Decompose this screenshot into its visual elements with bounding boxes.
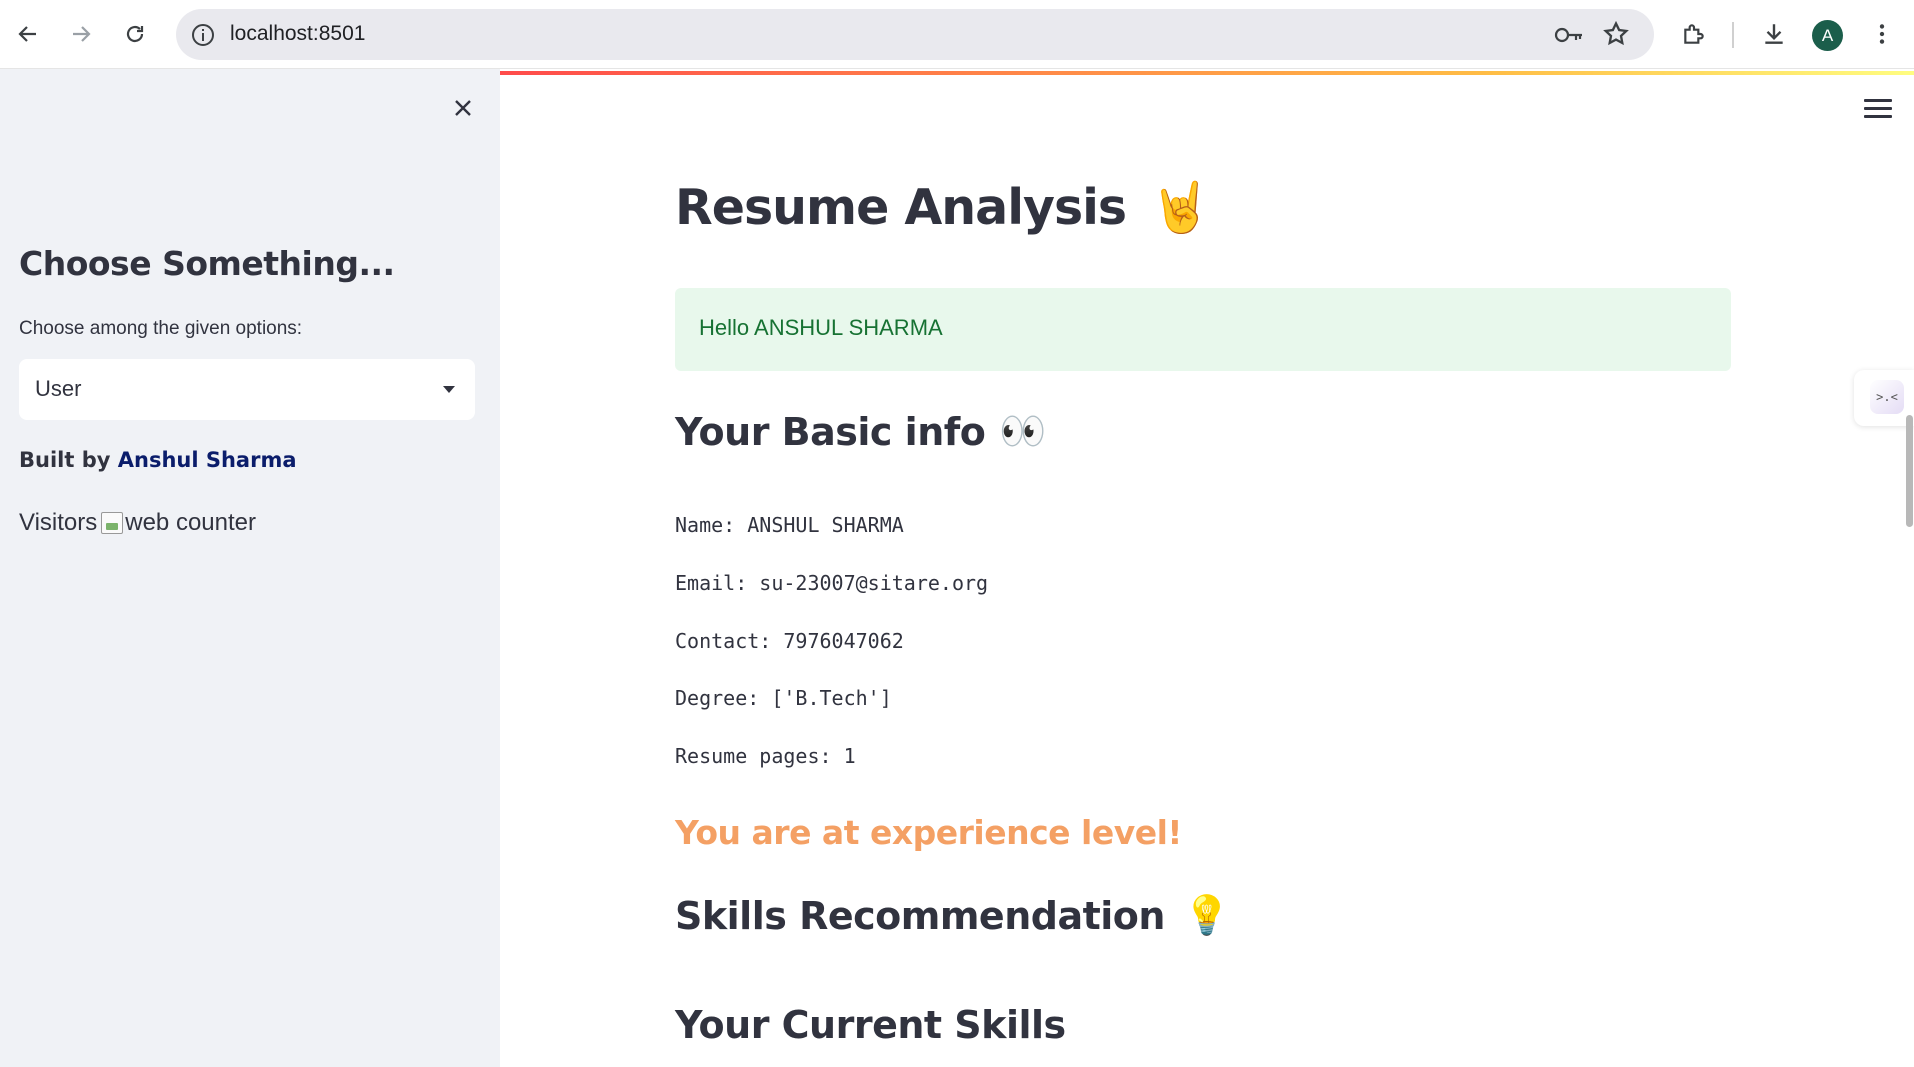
visitors-label: Visitors	[19, 509, 98, 536]
reload-button[interactable]	[115, 14, 155, 54]
site-info-icon[interactable]	[190, 22, 216, 48]
basic-info-heading: Your Basic info 👀	[675, 409, 1047, 454]
reload-icon	[126, 25, 144, 43]
scrollbar-thumb[interactable]	[1906, 415, 1913, 527]
web-counter-image: web counter	[101, 509, 256, 537]
profile-avatar[interactable]: A	[1812, 20, 1843, 51]
browser-menu-button[interactable]	[1866, 18, 1898, 50]
sidebar-title: Choose Something...	[19, 244, 395, 283]
built-by-prefix: Built by	[19, 448, 118, 472]
decoration-bar	[500, 71, 1914, 75]
downloads-button[interactable]	[1758, 18, 1790, 50]
basic-info-heading-text: Your Basic info	[675, 409, 986, 454]
sidebar-close-button[interactable]	[448, 93, 478, 123]
broken-image-icon	[101, 512, 124, 534]
main-menu-button[interactable]	[1864, 99, 1892, 123]
skills-recommendation-heading: Skills Recommendation 💡	[675, 893, 1230, 938]
main-content: Resume Analysis 🤘 Hello ANSHUL SHARMA Yo…	[500, 69, 1914, 1067]
select-value[interactable]: User	[35, 376, 81, 402]
forward-button[interactable]	[61, 14, 101, 54]
skills-heading-text: Skills Recommendation	[675, 893, 1165, 938]
greeting-alert: Hello ANSHUL SHARMA	[675, 288, 1731, 371]
info-email: Email: su-23007@sitare.org	[675, 571, 989, 595]
visitors-row: Visitors web counter	[19, 509, 256, 537]
sidebar: Choose Something... Choose among the giv…	[0, 69, 500, 1067]
forward-arrow-icon	[73, 26, 91, 42]
rock-hand-emoji-icon: 🤘	[1150, 179, 1211, 236]
page-title: Resume Analysis 🤘	[675, 179, 1211, 236]
options-select[interactable]: User	[19, 359, 475, 420]
info-contact: Contact: 7976047062	[675, 629, 904, 653]
info-resume-pages: Resume pages: 1	[675, 744, 856, 768]
current-skills-heading: Your Current Skills	[675, 1003, 1066, 1047]
greeting-text: Hello ANSHUL SHARMA	[699, 315, 943, 340]
password-key-icon[interactable]	[1554, 21, 1584, 49]
close-icon	[455, 100, 471, 116]
download-icon	[1765, 24, 1783, 44]
back-button[interactable]	[8, 14, 48, 54]
side-widget[interactable]: >.<	[1854, 370, 1914, 426]
bookmark-star-icon[interactable]	[1602, 20, 1630, 48]
kebab-menu-icon	[1879, 24, 1885, 44]
info-name: Name: ANSHUL SHARMA	[675, 513, 904, 537]
eyes-emoji-icon: 👀	[999, 409, 1047, 453]
puzzle-icon	[1684, 24, 1704, 44]
toolbar-separator	[1732, 22, 1734, 48]
chevron-down-icon[interactable]	[443, 386, 455, 393]
select-label: Choose among the given options:	[19, 318, 303, 339]
page-title-text: Resume Analysis	[675, 179, 1127, 236]
extensions-button[interactable]	[1678, 18, 1710, 50]
address-bar[interactable]: localhost:8501	[176, 9, 1654, 60]
url-text[interactable]: localhost:8501	[230, 22, 365, 46]
built-by-text: Built by Anshul Sharma	[19, 448, 297, 472]
experience-level-text: You are at experience level!	[675, 813, 1182, 852]
browser-toolbar: localhost:8501 A	[0, 0, 1914, 69]
author-link[interactable]: Anshul Sharma	[118, 448, 297, 472]
widget-icon: >.<	[1870, 380, 1904, 414]
info-degree: Degree: ['B.Tech']	[675, 686, 892, 710]
back-arrow-icon	[18, 26, 36, 42]
counter-alt-text: web counter	[125, 509, 256, 536]
lightbulb-emoji-icon: 💡	[1182, 893, 1230, 937]
